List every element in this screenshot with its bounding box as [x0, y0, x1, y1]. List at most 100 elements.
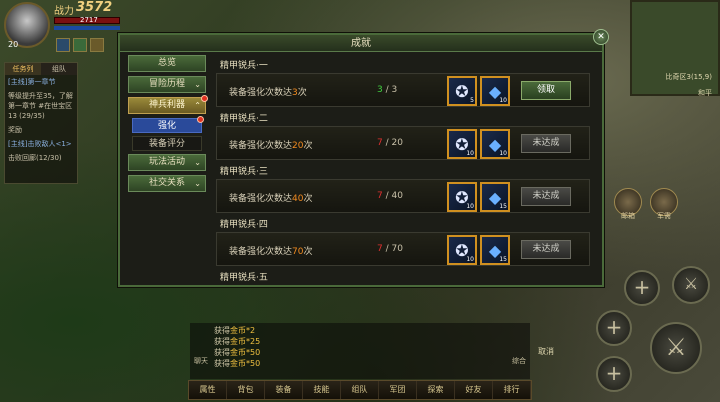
achievement-category-menu: 总览 冒险历程 ⌄ 神兵利器 ⌃ 强化 装备评分 玩法活动 ⌄ 社交关系 ⌄ [128, 55, 208, 196]
reward-item[interactable]: ◆ 10 [480, 76, 510, 106]
main-menu-button[interactable]: 探索 [417, 381, 455, 399]
quest-line[interactable]: 击败回廊(12/30) [5, 151, 77, 165]
chevron-down-icon: ⌄ [194, 80, 201, 89]
main-menu-button[interactable]: 背包 [227, 381, 265, 399]
menu-label: 总览 [157, 58, 176, 68]
progress-total: / 20 [385, 138, 403, 148]
achievement-section-title: 精甲锐兵·四 [220, 220, 268, 230]
submenu-enhance[interactable]: 强化 [132, 116, 204, 133]
main-menu-button[interactable]: 排行 [493, 381, 531, 399]
reward-list: ✪ 10 ◆ 10 [447, 129, 510, 159]
reward-count: 10 [466, 203, 474, 210]
desc-suffix: 次 [303, 247, 313, 257]
reward-count: 10 [466, 256, 474, 263]
quest-line[interactable]: [主线]第一章节 [5, 75, 77, 89]
reward-item[interactable]: ✪ 10 [447, 129, 477, 159]
reward-count: 10 [499, 150, 507, 157]
menu-activities[interactable]: 玩法活动 ⌄ [128, 154, 206, 171]
cancel-label[interactable]: 取消 [538, 346, 554, 357]
achievement-section-title: 精甲锐兵·五 [220, 273, 268, 283]
menu-overview[interactable]: 总览 [128, 55, 206, 72]
claim-button[interactable]: 领取 [521, 81, 571, 100]
mail-icon[interactable]: 邮箱 [614, 188, 642, 220]
reward-count: 15 [499, 203, 507, 210]
menu-label: 社交关系 [148, 178, 185, 188]
not-achieved-button[interactable]: 未达成 [521, 187, 571, 206]
desc-text: 装备强化次数达 [229, 141, 293, 151]
chat-gold-amount: 金币*2 [230, 326, 256, 335]
army-label: 军需 [657, 212, 671, 220]
minimap-zone: 比奇区3(15,9) [665, 73, 712, 81]
reward-item[interactable]: ✪ 5 [447, 76, 477, 106]
quest-line[interactable]: [主线]击败敌人<1> [5, 137, 77, 151]
chat-channel-label[interactable]: 聊天 [194, 356, 208, 366]
chat-message: 获得金币*25 [214, 336, 506, 347]
main-menu-button[interactable]: 组队 [341, 381, 379, 399]
menu-label: 冒险历程 [148, 79, 185, 89]
not-achieved-button[interactable]: 未达成 [521, 134, 571, 153]
mail-label: 邮箱 [621, 212, 635, 220]
tab-quest[interactable]: 任务列 [5, 63, 41, 75]
tab-team[interactable]: 组队 [41, 63, 77, 75]
chat-text: 获得 [214, 326, 230, 335]
achievement-description: 装备强化次数达70次 [229, 244, 312, 257]
not-achieved-button[interactable]: 未达成 [521, 240, 571, 259]
close-button[interactable]: ✕ [593, 29, 609, 45]
achievement-row: 装备强化次数达3次 3 / 3 ✪ 5 ◆ 10 领取 [216, 73, 590, 107]
window-title: 成就 [120, 35, 602, 52]
achievement-description: 装备强化次数达3次 [229, 85, 307, 98]
menu-label: 神兵利器 [148, 100, 185, 110]
reward-item[interactable]: ◆ 10 [480, 129, 510, 159]
mp-bar [54, 26, 120, 30]
desc-target: 40 [292, 194, 304, 204]
achievement-row: 装备强化次数达20次 7 / 20 ✪ 10 ◆ 10 未达成 [216, 126, 590, 160]
reward-item[interactable]: ◆ 15 [480, 182, 510, 212]
buff-icon[interactable] [56, 38, 70, 52]
minimap-pk-mode[interactable]: 和平 [698, 88, 712, 98]
main-menu-button[interactable]: 属性 [189, 381, 227, 399]
notification-dot [201, 95, 208, 102]
progress-current: 3 [377, 85, 383, 95]
chat-text: 获得 [214, 359, 230, 368]
skill-button[interactable]: + [596, 310, 632, 346]
menu-label: 玩法活动 [148, 157, 185, 167]
menu-adventure[interactable]: 冒险历程 ⌄ [128, 76, 206, 93]
army-supply-icon[interactable]: 军需 [650, 188, 678, 220]
quest-line[interactable]: 等级提升至35，了解第一章节 #在世宝区13 (29/35) [5, 89, 77, 123]
reward-item[interactable]: ✪ 10 [447, 235, 477, 265]
main-menu-button[interactable]: 装备 [265, 381, 303, 399]
desc-suffix: 次 [303, 194, 313, 204]
attack-button[interactable]: ⚔ [650, 322, 702, 374]
chat-filter-label[interactable]: 综合 [512, 356, 526, 366]
desc-text: 装备强化次数达 [229, 88, 293, 98]
chat-gold-amount: 金币*25 [230, 337, 261, 346]
reward-item[interactable]: ◆ 15 [480, 235, 510, 265]
buff-icon[interactable] [90, 38, 104, 52]
achievement-description: 装备强化次数达20次 [229, 138, 312, 151]
achievement-section-title: 精甲锐兵·二 [220, 114, 268, 124]
submenu-label: 装备评分 [148, 139, 185, 149]
submenu-equipment-score[interactable]: 装备评分 [132, 136, 202, 151]
chat-log[interactable]: 获得金币*2 获得金币*25 获得金币*50 获得金币*50 [190, 323, 530, 379]
menu-divine-weapons[interactable]: 神兵利器 ⌃ [128, 95, 208, 114]
main-menu-button[interactable]: 军团 [379, 381, 417, 399]
desc-text: 装备强化次数达 [229, 194, 293, 204]
main-menu-button[interactable]: 好友 [455, 381, 493, 399]
skill-button[interactable]: ⚔ [672, 266, 710, 304]
main-menu-button[interactable]: 技能 [303, 381, 341, 399]
skill-button[interactable]: + [624, 270, 660, 306]
buff-icon[interactable] [73, 38, 87, 52]
reward-item[interactable]: ✪ 10 [447, 182, 477, 212]
reward-count: 10 [466, 150, 474, 157]
skill-button[interactable]: + [596, 356, 632, 392]
chat-text: 获得 [214, 348, 230, 357]
chat-gold-amount: 金币*50 [230, 359, 261, 368]
chat-gold-amount: 金币*50 [230, 348, 261, 357]
menu-social[interactable]: 社交关系 ⌄ [128, 175, 206, 192]
chat-message: 获得金币*2 [214, 325, 506, 336]
desc-suffix: 次 [303, 141, 313, 151]
achievement-row: 装备强化次数达70次 7 / 70 ✪ 10 ◆ 15 未达成 [216, 232, 590, 266]
quest-reward-label: 奖励 [8, 126, 22, 134]
reward-list: ✪ 10 ◆ 15 [447, 235, 510, 265]
achievement-progress: 3 / 3 [377, 85, 397, 95]
